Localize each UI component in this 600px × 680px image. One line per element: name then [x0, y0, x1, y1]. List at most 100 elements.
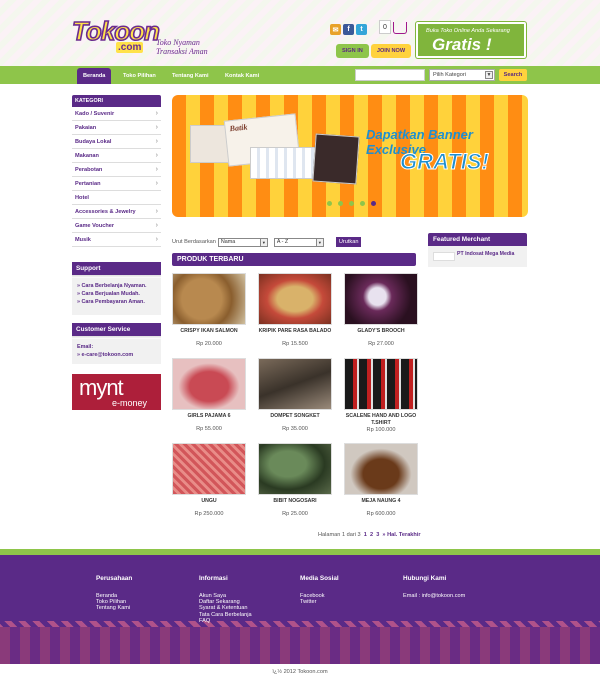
product-card[interactable]: UNGU Rp 250.000 — [172, 443, 246, 517]
product-image[interactable] — [258, 358, 332, 410]
product-image[interactable] — [344, 273, 418, 325]
product-image[interactable] — [344, 443, 418, 495]
category-item[interactable]: Kado / Suvenir › — [72, 107, 161, 121]
product-image[interactable] — [258, 443, 332, 495]
product-name[interactable]: BIBIT NOGOSARI — [258, 498, 332, 505]
merchant-name[interactable]: PT Indosat Mega Media — [457, 251, 514, 257]
category-item[interactable]: Perabotan › — [72, 163, 161, 177]
footer-link[interactable]: Twitter — [300, 599, 339, 605]
category-label: Accessories & Jewelry — [75, 208, 136, 215]
sort-label: Urut Berdasarkan — [172, 239, 216, 245]
nav-tab-kontak-kami[interactable]: Kontak Kami — [219, 68, 265, 84]
slider-dot-active[interactable] — [371, 201, 376, 206]
category-item[interactable]: Pakaian › — [72, 121, 161, 135]
mail-icon[interactable]: ✉ — [330, 24, 341, 35]
product-card[interactable]: MEJA NAUNG 4 Rp 600.000 — [344, 443, 418, 517]
product-image[interactable] — [258, 273, 332, 325]
kategori-select-value: Pilih Kategori — [433, 72, 466, 78]
slider-dot[interactable] — [327, 201, 332, 206]
support-link[interactable]: » Cara Pembayaran Aman. — [77, 298, 156, 306]
page-link[interactable]: 1 — [364, 532, 367, 538]
cs-email-link[interactable]: » e-care@tokoon.com — [77, 351, 156, 359]
product-image[interactable] — [344, 358, 418, 410]
product-name[interactable]: MEJA NAUNG 4 — [344, 498, 418, 505]
product-name[interactable]: SCALENE HAND AND LOGO T.SHIRT — [344, 413, 418, 426]
sort-order-value: A - Z — [276, 238, 289, 245]
support-link[interactable]: » Cara Berjualan Mudah. — [77, 290, 156, 298]
product-name[interactable]: DOMPET SONGKET — [258, 413, 332, 420]
product-image[interactable] — [172, 358, 246, 410]
category-item[interactable]: Game Voucher › — [72, 219, 161, 233]
join-now-button[interactable]: JOIN NOW — [370, 44, 412, 58]
cs-email-label: Email: — [77, 344, 94, 350]
featured-merchant-box: Featured Merchant PT Indosat Mega Media — [428, 233, 527, 267]
category-item[interactable]: Makanan › — [72, 149, 161, 163]
chevron-right-icon: › — [155, 124, 158, 131]
last-page-link[interactable]: » Hal. Terakhir — [382, 532, 420, 538]
product-card[interactable]: CRISPY IKAN SALMON Rp 20.000 — [172, 273, 246, 347]
twitter-icon[interactable]: t — [356, 24, 367, 35]
search-input[interactable] — [355, 69, 425, 81]
footer-link[interactable]: Tentang Kami — [96, 605, 132, 611]
category-label: Musik — [75, 236, 91, 243]
footer-col-media-sosial: Media Sosial Facebook Twitter — [300, 575, 339, 605]
open-store-promo[interactable]: Buka Toko Online Anda Sekarang Gratis ! — [416, 22, 526, 58]
tokoon-logo[interactable]: Tokoon .com Toko Nyaman Transaksi Aman — [71, 14, 220, 62]
slider-dot[interactable] — [349, 201, 354, 206]
nav-tab-tentang-kami[interactable]: Tentang Kami — [166, 68, 215, 84]
support-link[interactable]: » Cara Berbelanja Nyaman. — [77, 282, 156, 290]
product-card[interactable]: GIRLS PAJAMA 6 Rp 55.000 — [172, 358, 246, 432]
product-card[interactable]: DOMPET SONGKET Rp 35.000 — [258, 358, 332, 432]
facebook-icon[interactable]: f — [343, 24, 354, 35]
product-name[interactable]: GLADY'S BROOCH — [344, 328, 418, 335]
page-link[interactable]: 2 — [370, 532, 373, 538]
support-links: » Cara Berbelanja Nyaman. » Cara Berjual… — [72, 275, 161, 315]
product-image[interactable] — [172, 443, 246, 495]
merchant-logo — [433, 252, 455, 261]
sign-in-button[interactable]: SIGN IN — [336, 44, 369, 58]
tagline-line-2: Transaksi Aman — [156, 47, 208, 56]
support-link-label: Cara Berjualan Mudah. — [81, 291, 140, 297]
cart-icon[interactable] — [393, 22, 407, 34]
footer-col-hubungi-kami: Hubungi Kami Email : info@tokoon.com — [403, 575, 465, 599]
customer-service-body: Email: » e-care@tokoon.com — [72, 336, 161, 364]
product-image[interactable] — [172, 273, 246, 325]
cart[interactable]: 0 — [379, 20, 407, 34]
page-link[interactable]: 3 — [376, 532, 379, 538]
product-price: Rp 250.000 — [194, 510, 224, 517]
nav-tab-beranda[interactable]: Beranda — [77, 68, 112, 84]
category-item[interactable]: Musik › — [72, 233, 161, 247]
slider-dot[interactable] — [360, 201, 365, 206]
product-card[interactable]: KRIPIK PARE RASA BALADO Rp 15.500 — [258, 273, 332, 347]
category-item[interactable]: Hotel — [72, 191, 161, 205]
kategori-select[interactable]: Pilih Kategori ▼ — [429, 69, 495, 81]
nav-tab-toko-pilihan[interactable]: Toko Pilihan — [117, 68, 162, 84]
product-name[interactable]: KRIPIK PARE RASA BALADO — [258, 328, 332, 335]
footer-link[interactable]: FAQ — [199, 618, 252, 624]
product-card[interactable]: GLADY'S BROOCH Rp 27.000 — [344, 273, 418, 347]
banner-gratis: GRATIS! — [400, 149, 490, 175]
product-card[interactable]: BIBIT NOGOSARI Rp 25.000 — [258, 443, 332, 517]
sort-field-select[interactable]: Nama ▼ — [217, 237, 268, 247]
product-card[interactable]: SCALENE HAND AND LOGO T.SHIRT Rp 100.000 — [344, 358, 418, 433]
promo-banner[interactable]: Batik Dapatkan Banner Exclusive GRATIS! — [172, 95, 528, 217]
chevron-right-icon: › — [155, 152, 158, 159]
slider-dot[interactable] — [338, 201, 343, 206]
sort-order-select[interactable]: A - Z ▼ — [273, 237, 324, 247]
category-menu: KATEGORI Kado / Suvenir › Pakaian › Budaya… — [72, 95, 161, 247]
product-name[interactable]: UNGU — [172, 498, 246, 505]
pagination: Halaman 1 dari 3 1 2 3 » Hal. Terakhir — [318, 532, 421, 538]
urutkan-button[interactable]: Urutkan — [335, 237, 362, 247]
category-item[interactable]: Budaya Lokal › — [72, 135, 161, 149]
footer-link[interactable]: Email : info@tokoon.com — [403, 593, 465, 599]
product-name[interactable]: CRISPY IKAN SALMON — [172, 328, 246, 335]
product-name[interactable]: GIRLS PAJAMA 6 — [172, 413, 246, 420]
search-button[interactable]: Search — [499, 69, 527, 81]
category-item[interactable]: Pertanian › — [72, 177, 161, 191]
featured-merchant[interactable]: PT Indosat Mega Media — [428, 246, 527, 267]
category-item[interactable]: Accessories & Jewelry › — [72, 205, 161, 219]
chevron-right-icon: › — [155, 138, 158, 145]
footer-link[interactable]: Syarat & Ketentuan — [199, 605, 252, 611]
mynt-emoney-ad[interactable]: mynt e-money — [72, 374, 161, 410]
footer-link[interactable]: Tata Cara Berbelanja — [199, 612, 252, 618]
